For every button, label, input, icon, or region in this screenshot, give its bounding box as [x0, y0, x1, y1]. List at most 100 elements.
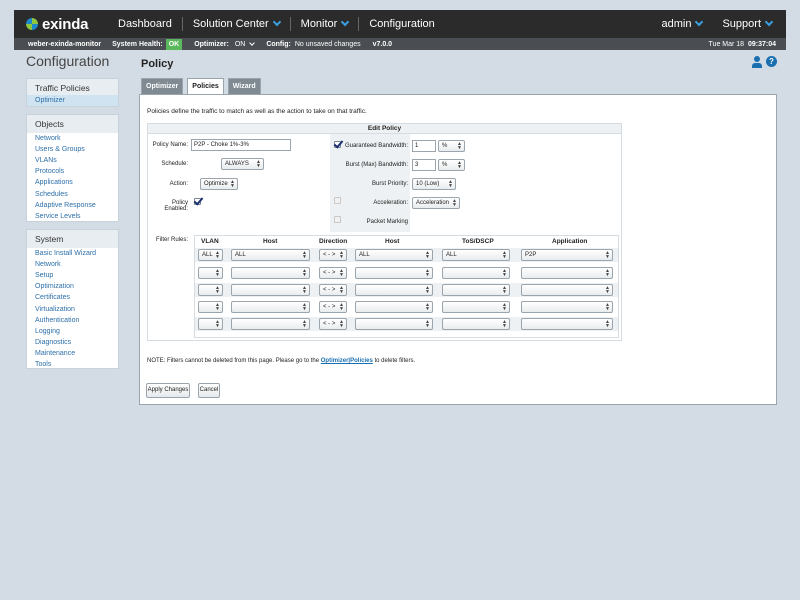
filter-vlan-select[interactable]: ▲ ▼ — [198, 318, 223, 330]
sidebar-item-vlans[interactable]: VLANs — [27, 155, 118, 166]
user-menu[interactable]: admin — [652, 16, 713, 32]
filter-vlan-select[interactable]: ALL ▲ ▼ — [198, 249, 223, 261]
burst-bandwidth-input[interactable]: 3 — [412, 159, 436, 171]
apply-changes-button[interactable]: Apply Changes — [146, 383, 190, 398]
select-arrows-icon: ▲ ▼ — [339, 285, 344, 295]
tab-wizard[interactable]: Wizard — [227, 78, 261, 94]
filter-direction-select[interactable]: < - > ▲ ▼ — [319, 249, 347, 261]
burst-unit-value: % — [442, 162, 448, 168]
chevron-down-icon — [272, 17, 281, 27]
filter-application-select[interactable]: ▲ ▼ — [521, 318, 613, 330]
sidebar-item-schedules[interactable]: Schedules — [27, 189, 118, 200]
nav-dashboard-label: Dashboard — [118, 18, 172, 30]
sidebar-item-certificates[interactable]: Certificates — [27, 293, 118, 304]
schedule-select[interactable]: ALWAYS ▲ ▼ — [221, 158, 264, 170]
filter-direction-select[interactable]: < - > ▲ ▼ — [319, 318, 347, 330]
filter-direction-select[interactable]: < - > ▲ ▼ — [319, 284, 347, 296]
device-name: weber-exinda-monitor — [28, 40, 102, 48]
sidebar-item-protocols[interactable]: Protocols — [27, 167, 118, 178]
guaranteed-unit-select[interactable]: % ▲ ▼ — [438, 140, 465, 152]
filter-tos-select[interactable]: ▲ ▼ — [442, 301, 510, 313]
filter-tos-select[interactable]: ▲ ▼ — [442, 318, 510, 330]
action-select[interactable]: Optimize ▲ ▼ — [200, 178, 238, 190]
optimizer-policies-link[interactable]: Optimizer|Policies — [321, 358, 373, 364]
sidebar-system: System Basic Install Wizard Network Setu… — [26, 229, 119, 369]
tab-optimizer[interactable]: Optimizer — [141, 78, 184, 94]
filter-vlan-select[interactable]: ▲ ▼ — [198, 301, 223, 313]
system-health-badge[interactable]: OK — [165, 38, 183, 50]
filter-host-src-select[interactable]: ▲ ▼ — [231, 284, 310, 296]
filter-tos-select[interactable]: ▲ ▼ — [442, 284, 510, 296]
sidebar-item-setup[interactable]: Setup — [27, 270, 118, 281]
filter-host-dst-select[interactable]: ▲ ▼ — [355, 284, 433, 296]
sidebar-item-authentication[interactable]: Authentication — [27, 315, 118, 326]
filter-host-src-select[interactable]: ▲ ▼ — [231, 301, 310, 313]
filter-host-dst-select[interactable]: ▲ ▼ — [355, 301, 433, 313]
filter-application-select[interactable]: P2P ▲ ▼ — [521, 249, 613, 261]
guaranteed-bandwidth-input[interactable]: 1 — [412, 140, 436, 152]
filter-host-dst-select[interactable]: ALL ▲ ▼ — [355, 249, 433, 261]
sidebar-item-service-levels[interactable]: Service Levels — [27, 211, 118, 222]
sidebar-item-adaptive-response[interactable]: Adaptive Response — [27, 200, 118, 211]
filter-application-select[interactable]: ▲ ▼ — [521, 284, 613, 296]
sidebar-item-basic-install-wizard[interactable]: Basic Install Wizard — [27, 248, 118, 259]
cancel-button[interactable]: Cancel — [198, 383, 220, 398]
status-bar: weber-exinda-monitor System Health: OK O… — [14, 38, 786, 50]
sidebar-traffic-policies: Traffic Policies Optimizer — [26, 78, 119, 107]
sidebar-section-title: Traffic Policies — [27, 79, 118, 95]
acceleration-select[interactable]: Acceleration ▲ ▼ — [412, 197, 460, 209]
select-arrows-icon: ▲ ▼ — [215, 285, 220, 295]
burst-unit-select[interactable]: % ▲ ▼ — [438, 159, 465, 171]
filter-tos-select[interactable]: ALL ▲ ▼ — [442, 249, 510, 261]
brand-logo[interactable]: exinda — [26, 16, 108, 33]
sidebar-item-network[interactable]: Network — [27, 133, 118, 144]
filter-direction-select[interactable]: < - > ▲ ▼ — [319, 301, 347, 313]
filter-vlan-select[interactable]: ▲ ▼ — [198, 284, 223, 296]
filter-rules-label: Filter Rules: — [155, 237, 188, 243]
sidebar-item-logging[interactable]: Logging — [27, 326, 118, 337]
select-arrows-icon: ▲ ▼ — [230, 179, 235, 189]
burst-bandwidth-label: Burst (Max) Bandwidth: — [345, 162, 408, 168]
sidebar-item-applications[interactable]: Applications — [27, 178, 118, 189]
filter-host-dst-select[interactable]: ▲ ▼ — [355, 318, 433, 330]
filter-host-dst-select[interactable]: ▲ ▼ — [355, 267, 433, 279]
sidebar-item-virtualization[interactable]: Virtualization — [27, 304, 118, 315]
sidebar-item-optimizer[interactable]: Optimizer — [27, 95, 118, 107]
select-arrows-icon: ▲ ▼ — [448, 179, 453, 189]
help-icon[interactable]: ? — [766, 56, 777, 67]
sidebar-item-optimization[interactable]: Optimization — [27, 282, 118, 293]
policy-panel: Policies define the traffic to match as … — [139, 94, 777, 405]
sidebar-objects: Objects Network Users & Groups VLANs Pro… — [26, 114, 119, 222]
filter-host-src-select[interactable]: ▲ ▼ — [231, 267, 310, 279]
filter-tos-select[interactable]: ▲ ▼ — [442, 267, 510, 279]
select-arrows-icon: ▲ ▼ — [302, 250, 307, 260]
filter-host-src-select[interactable]: ▲ ▼ — [231, 318, 310, 330]
policy-name-input[interactable]: P2P - Choke 1%-3% — [191, 139, 291, 151]
policy-enabled-checkbox[interactable] — [194, 198, 201, 205]
nav-dashboard[interactable]: Dashboard — [108, 16, 182, 32]
select-arrows-icon: ▲ ▼ — [425, 268, 430, 278]
nav-monitor[interactable]: Monitor — [291, 16, 359, 32]
filter-application-select[interactable]: ▲ ▼ — [521, 267, 613, 279]
select-arrows-icon: ▲ ▼ — [457, 160, 462, 170]
filter-direction-select[interactable]: < - > ▲ ▼ — [319, 267, 347, 279]
sidebar-item-users-groups[interactable]: Users & Groups — [27, 144, 118, 155]
nav-solution-center[interactable]: Solution Center — [183, 16, 290, 32]
select-arrows-icon: ▲ ▼ — [256, 159, 261, 169]
tab-policies[interactable]: Policies — [187, 78, 224, 94]
sidebar-item-maintenance[interactable]: Maintenance — [27, 349, 118, 360]
sidebar-item-network[interactable]: Network — [27, 259, 118, 270]
filter-host-src-select[interactable]: ALL ▲ ▼ — [231, 249, 310, 261]
optimizer-toggle[interactable]: ON — [235, 39, 256, 48]
chevron-down-icon — [764, 17, 774, 27]
filter-application-select[interactable]: ▲ ▼ — [521, 301, 613, 313]
burst-priority-select[interactable]: 10 (Low) ▲ ▼ — [412, 178, 456, 190]
select-arrows-icon: ▲ ▼ — [605, 302, 610, 312]
support-menu[interactable]: Support — [712, 16, 786, 32]
filter-vlan-select[interactable]: ▲ ▼ — [198, 267, 223, 279]
sidebar-item-diagnostics[interactable]: Diagnostics — [27, 338, 118, 349]
sidebar-item-tools[interactable]: Tools — [27, 360, 118, 371]
guaranteed-bandwidth-label: Guaranteed Bandwidth: — [344, 143, 408, 149]
nav-configuration[interactable]: Configuration — [359, 16, 444, 32]
user-profile-icon[interactable] — [752, 56, 762, 68]
